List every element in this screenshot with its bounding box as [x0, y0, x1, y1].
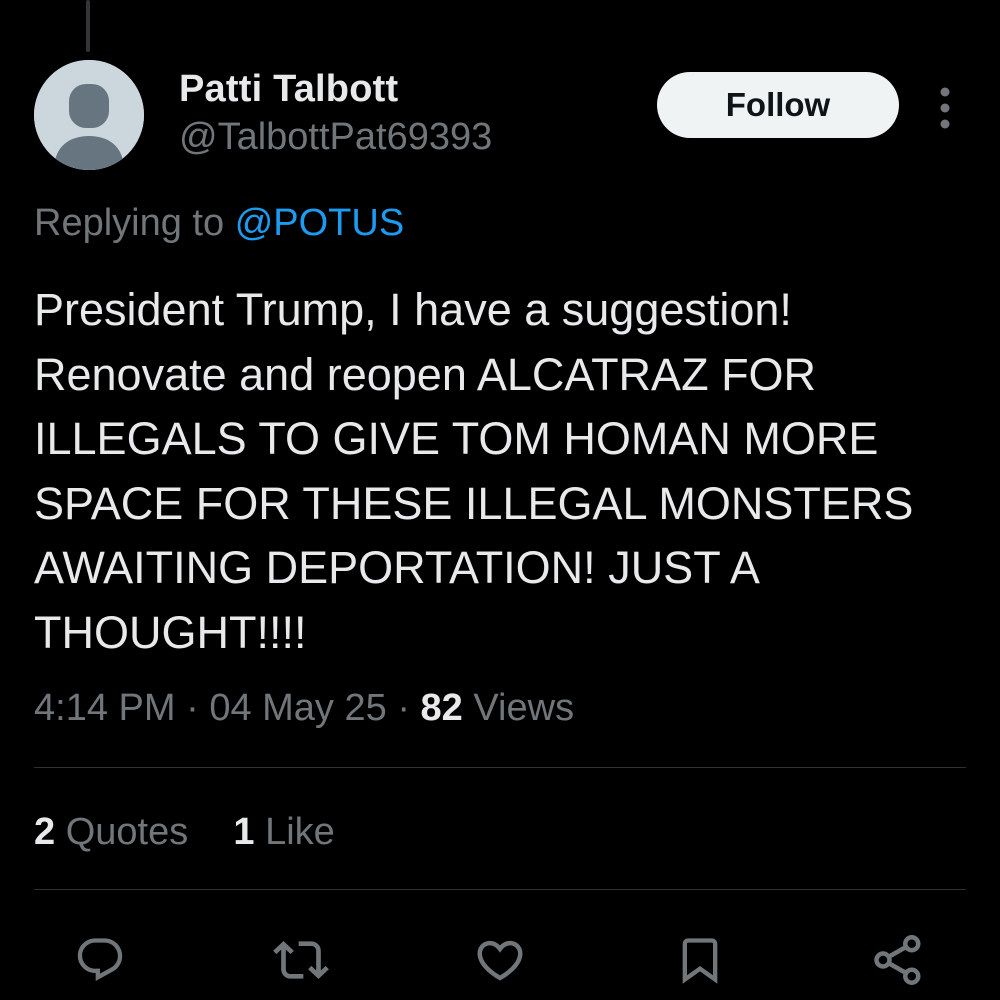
follow-button[interactable]: Follow	[657, 72, 899, 138]
views-count: 82	[420, 687, 463, 729]
tweet-metadata: 4:14 PM · 04 May 25 · 82 Views	[34, 687, 574, 730]
share-button[interactable]	[868, 930, 928, 990]
quotes-stat[interactable]: 2 Quotes	[34, 811, 188, 853]
tweet-date[interactable]: 04 May 25	[209, 687, 386, 729]
replying-to-label: Replying to	[34, 202, 225, 244]
divider	[34, 767, 966, 768]
replying-to: Replying to @POTUS	[34, 202, 404, 245]
share-icon	[874, 935, 921, 985]
reply-button[interactable]	[70, 930, 130, 990]
reply-icon	[77, 938, 123, 982]
engagement-stats: 2 Quotes 1 Like	[34, 811, 335, 854]
tweet-time[interactable]: 4:14 PM	[34, 687, 176, 729]
more-vertical-icon	[940, 87, 950, 129]
quotes-count: 2	[34, 811, 56, 853]
divider	[34, 889, 966, 890]
user-handle[interactable]: @TalbottPat69393	[179, 116, 492, 159]
likes-label: Like	[265, 811, 335, 853]
like-button[interactable]	[470, 930, 530, 990]
meta-separator: ·	[186, 687, 199, 729]
mention-link[interactable]: @POTUS	[235, 202, 404, 244]
likes-count: 1	[233, 811, 255, 853]
retweet-icon	[273, 941, 329, 979]
quotes-label: Quotes	[65, 811, 189, 853]
thread-connector-line	[86, 0, 90, 52]
action-bar	[0, 930, 1000, 990]
meta-separator: ·	[397, 687, 410, 729]
likes-stat[interactable]: 1 Like	[233, 811, 334, 853]
display-name[interactable]: Patti Talbott	[179, 68, 398, 111]
avatar[interactable]	[34, 60, 144, 170]
bookmark-button[interactable]	[670, 930, 730, 990]
more-options-button[interactable]	[925, 80, 965, 136]
like-icon	[477, 940, 523, 981]
default-avatar-icon	[34, 60, 144, 170]
views-label: Views	[473, 687, 575, 729]
retweet-button[interactable]	[271, 930, 331, 990]
bookmark-icon	[682, 938, 718, 984]
tweet-text: President Trump, I have a suggestion! Re…	[34, 284, 914, 658]
